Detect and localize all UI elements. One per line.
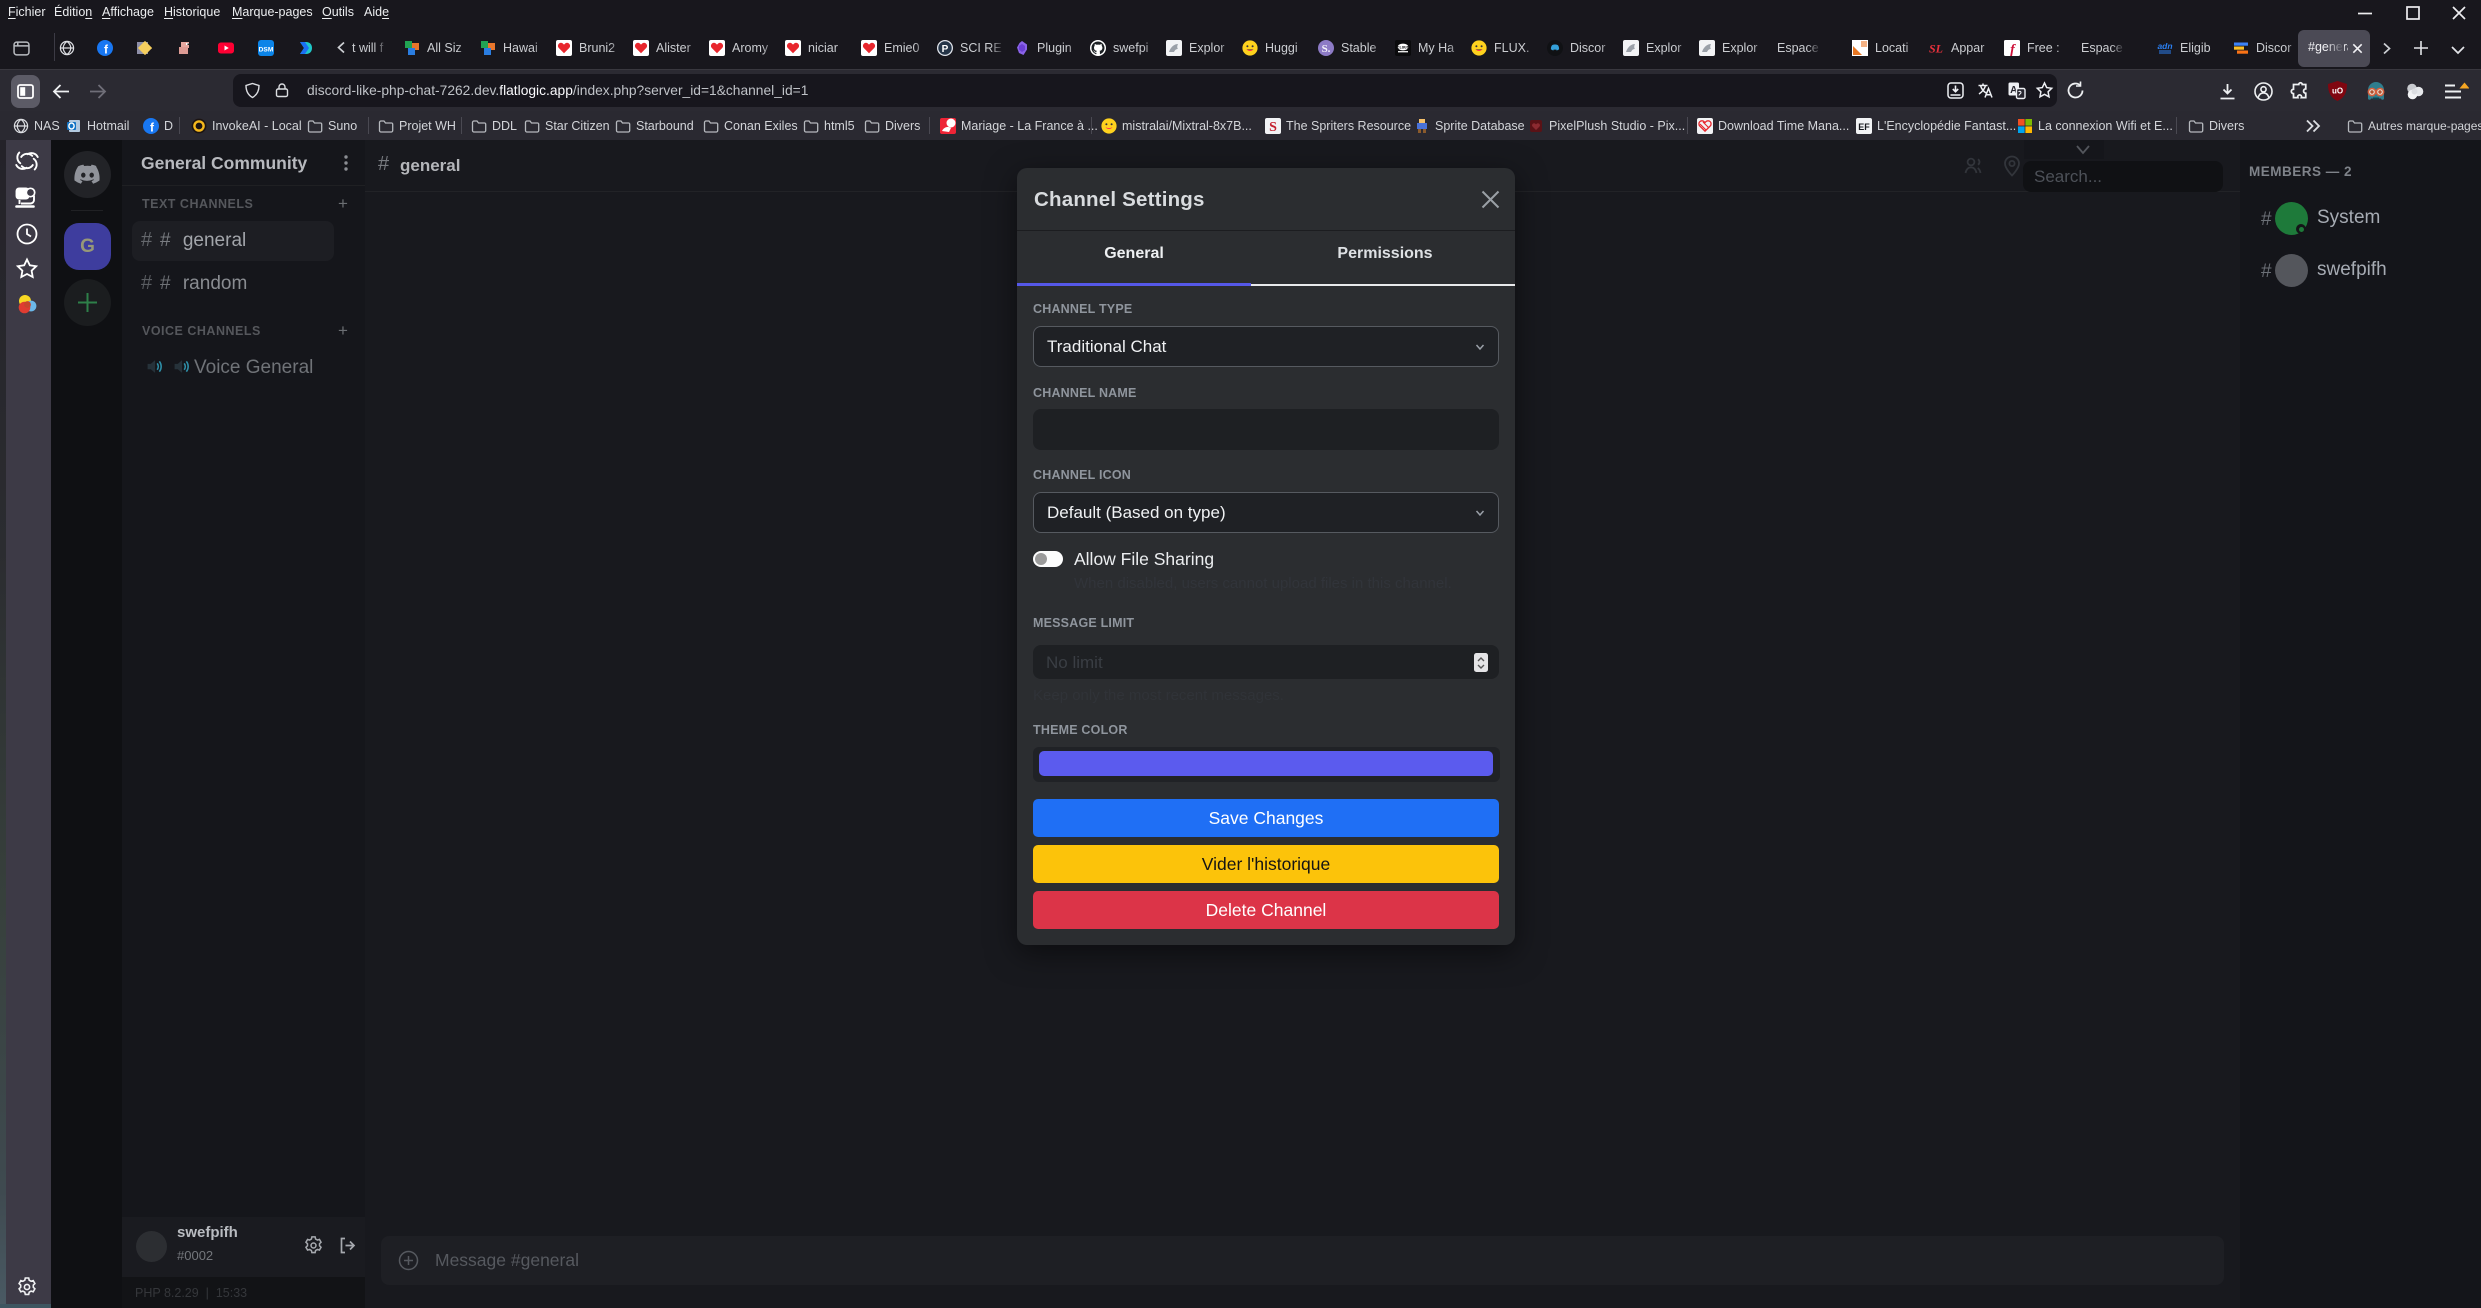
svg-text:SL: SL [1929, 42, 1943, 56]
svg-text:adn: adn [2157, 41, 2172, 51]
svg-text:S: S [1269, 120, 1277, 134]
svg-text:P: P [942, 44, 949, 55]
svg-text:DSM: DSM [259, 47, 274, 54]
svg-text:uO: uO [2332, 87, 2343, 96]
svg-text:EF: EF [1858, 122, 1870, 132]
svg-text:CLOUD: CLOUD [1397, 47, 1410, 51]
svg-text:S.: S. [1322, 43, 1331, 55]
